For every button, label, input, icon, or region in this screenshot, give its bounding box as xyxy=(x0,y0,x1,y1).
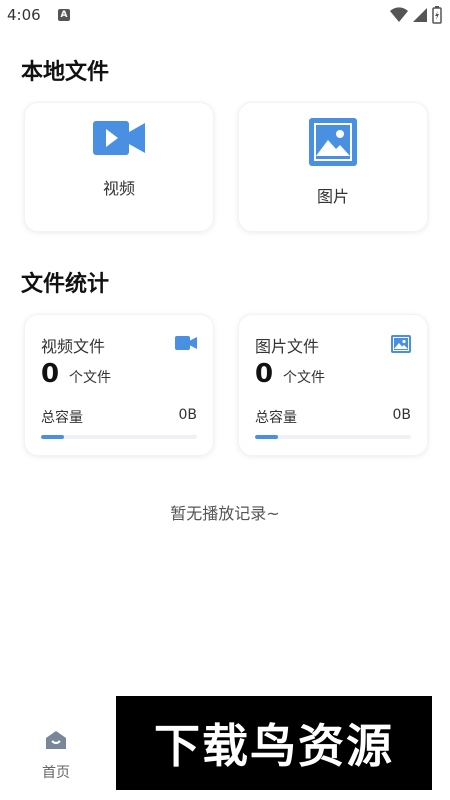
image-icon xyxy=(309,118,357,166)
image-tile-label: 图片 xyxy=(316,187,349,206)
home-icon xyxy=(46,731,66,749)
wifi-icon xyxy=(390,7,408,23)
local-files-title: 本地文件 xyxy=(21,60,110,85)
status-bar: 4:06 A xyxy=(0,0,450,32)
status-icons xyxy=(390,6,442,24)
signal-icon xyxy=(413,8,427,22)
video-capacity-value: 0B xyxy=(178,407,197,423)
status-time: 4:06 xyxy=(7,6,41,24)
video-capacity-progress-fill xyxy=(41,435,65,439)
image-capacity-progress xyxy=(255,435,411,439)
video-stats-name: 视频文件 xyxy=(41,337,106,356)
nav-home-label: 首页 xyxy=(42,765,70,781)
video-tile-label: 视频 xyxy=(102,179,135,198)
image-capacity-value: 0B xyxy=(392,407,411,423)
nav-home-tab[interactable]: 首页 xyxy=(38,730,74,782)
video-capacity-label: 总容量 xyxy=(41,410,83,426)
image-stats-card[interactable]: 图片文件 0 个文件 总容量 0B xyxy=(238,314,428,456)
battery-icon xyxy=(432,6,442,24)
image-icon xyxy=(391,335,411,353)
video-tile[interactable]: 视频 xyxy=(24,102,214,232)
video-camera-icon xyxy=(175,336,197,350)
image-stats-name: 图片文件 xyxy=(255,337,320,356)
video-file-count: 0 xyxy=(41,359,60,389)
file-stats-title: 文件统计 xyxy=(21,272,110,297)
watermark-text: 下载鸟资源 xyxy=(154,719,394,773)
video-stats-card[interactable]: 视频文件 0 个文件 总容量 0B xyxy=(24,314,214,456)
notification-badge: A xyxy=(58,9,70,21)
image-capacity-progress-fill xyxy=(255,435,279,439)
image-capacity-label: 总容量 xyxy=(255,410,297,426)
video-capacity-progress xyxy=(41,435,197,439)
video-file-unit: 个文件 xyxy=(69,370,111,386)
image-tile[interactable]: 图片 xyxy=(238,102,428,232)
image-file-count: 0 xyxy=(255,359,274,389)
video-camera-icon xyxy=(93,121,145,155)
empty-playback-message: 暂无播放记录~ xyxy=(170,504,280,523)
image-file-unit: 个文件 xyxy=(283,370,325,386)
watermark: 下载鸟资源 xyxy=(116,696,432,790)
